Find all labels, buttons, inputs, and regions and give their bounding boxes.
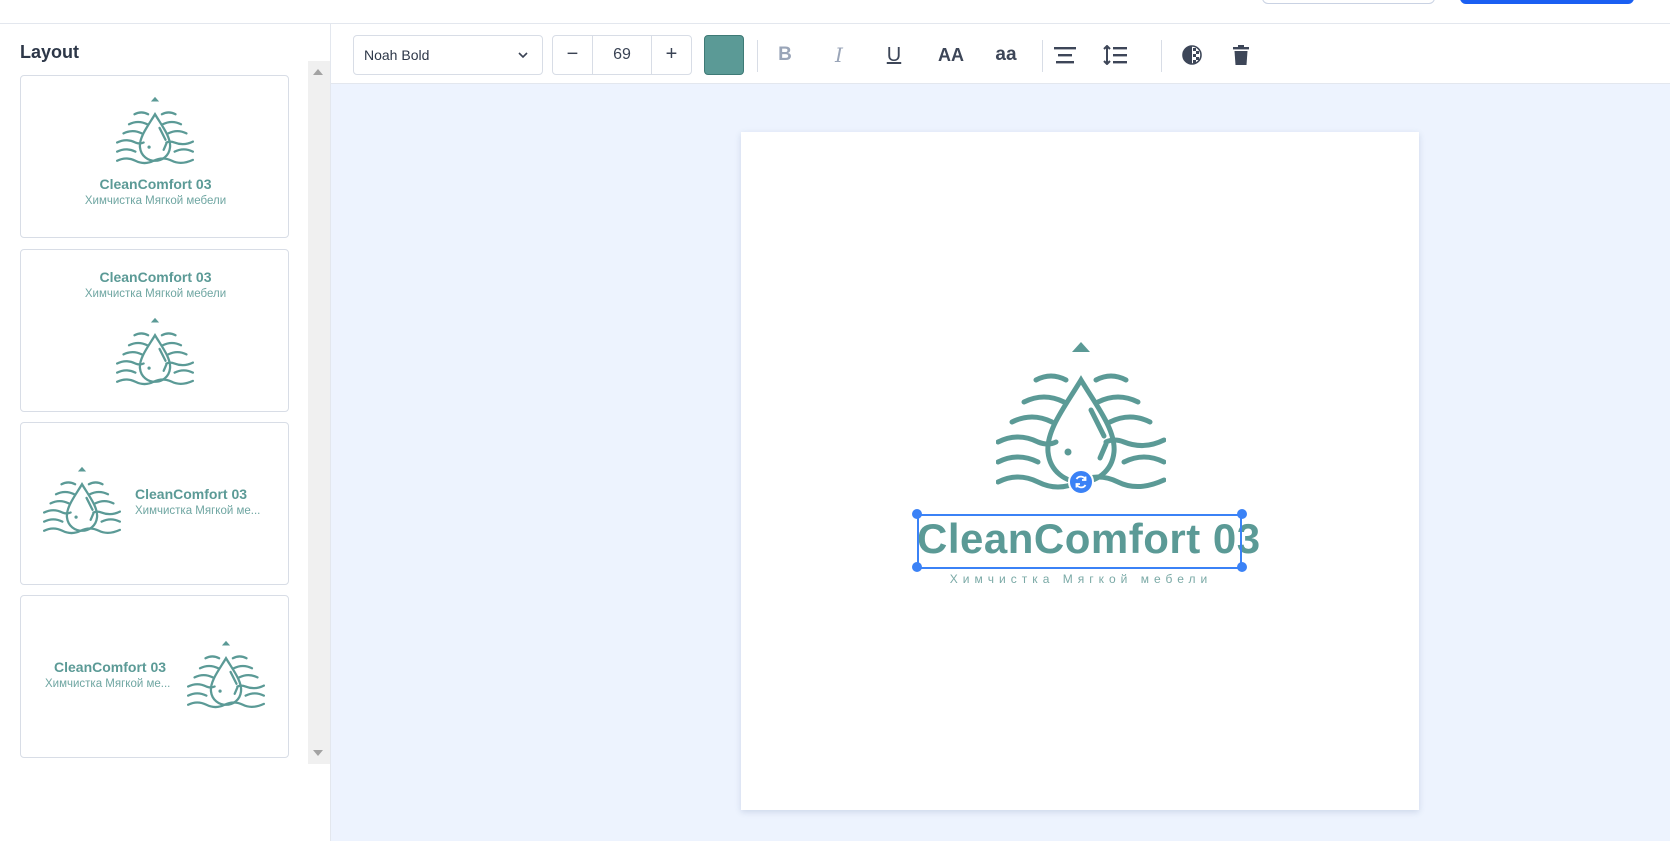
top-bar xyxy=(0,0,1670,24)
resize-handle-top-right[interactable] xyxy=(1237,509,1247,519)
water-drop-logo-icon xyxy=(187,640,265,713)
layout-card-icon-bottom[interactable]: CleanComfort 03 Химчистка Мягкой мебели xyxy=(20,249,289,412)
font-size-input[interactable]: 69 xyxy=(593,36,651,74)
align-center-icon xyxy=(1054,47,1076,64)
chevron-down-icon xyxy=(518,52,528,59)
trash-icon xyxy=(1233,45,1249,65)
delete-button[interactable] xyxy=(1223,37,1259,73)
line-spacing-icon xyxy=(1103,45,1127,65)
resize-handle-top-left[interactable] xyxy=(912,509,922,519)
opacity-icon xyxy=(1182,45,1202,65)
toolbar-divider xyxy=(1161,40,1162,72)
layout-card-name: CleanComfort 03 xyxy=(99,176,212,192)
sidebar-scrollbar[interactable] xyxy=(308,61,330,764)
italic-icon: I xyxy=(835,43,843,67)
layout-card-icon-right[interactable]: CleanComfort 03 Химчистка Мягкой ме... xyxy=(20,595,289,758)
water-drop-logo-icon xyxy=(116,317,194,390)
layout-card-name: CleanComfort 03 xyxy=(135,486,248,502)
italic-button[interactable]: I xyxy=(821,37,857,73)
opacity-button[interactable] xyxy=(1174,37,1210,73)
sidebar-title: Layout xyxy=(20,42,80,62)
water-drop-logo-icon xyxy=(116,96,194,169)
rotate-icon xyxy=(1075,475,1087,489)
font-family-select[interactable]: Noah Bold xyxy=(353,35,543,75)
font-family-value: Noah Bold xyxy=(364,47,430,63)
logo-subtitle-text[interactable]: Химчистка Мягкой мебели xyxy=(917,572,1245,586)
toolbar-divider xyxy=(1042,40,1043,72)
canvas-area: CleanComfort 03 Химчистка Мягкой мебели xyxy=(331,84,1670,841)
bold-icon: B xyxy=(778,44,792,65)
bold-button[interactable]: B xyxy=(767,37,803,73)
align-button[interactable] xyxy=(1047,37,1083,73)
layout-card-name: CleanComfort 03 xyxy=(54,659,167,675)
scroll-up-arrow[interactable] xyxy=(313,69,323,75)
layout-card-subtitle: Химчистка Мягкой ме... xyxy=(135,505,261,517)
water-drop-logo-icon xyxy=(43,466,121,539)
toolbar-divider xyxy=(757,40,758,72)
layout-card-subtitle: Химчистка Мягкой мебели xyxy=(84,195,227,207)
primary-header-button[interactable] xyxy=(1460,0,1634,4)
secondary-header-button[interactable] xyxy=(1262,0,1435,4)
increase-size-button[interactable]: + xyxy=(651,36,691,74)
lowercase-button[interactable]: aa xyxy=(986,37,1026,73)
layout-card-name: CleanComfort 03 xyxy=(99,269,212,285)
resize-handle-bottom-left[interactable] xyxy=(912,562,922,572)
artboard[interactable]: CleanComfort 03 Химчистка Мягкой мебели xyxy=(741,132,1419,810)
layout-card-icon-left[interactable]: CleanComfort 03 Химчистка Мягкой ме... xyxy=(20,422,289,585)
layout-card-subtitle: Химчистка Мягкой мебели xyxy=(84,288,227,300)
scroll-down-arrow[interactable] xyxy=(313,750,323,756)
underline-icon: U xyxy=(886,43,902,66)
resize-handle-bottom-right[interactable] xyxy=(1237,562,1247,572)
decrease-size-button[interactable]: − xyxy=(553,36,593,74)
uppercase-button[interactable]: AA xyxy=(931,37,971,73)
line-spacing-button[interactable] xyxy=(1097,37,1133,73)
text-color-swatch[interactable] xyxy=(704,35,744,75)
layout-card-icon-top[interactable]: CleanComfort 03 Химчистка Мягкой мебели xyxy=(20,75,289,238)
layout-card-subtitle: Химчистка Мягкой ме... xyxy=(45,678,171,690)
text-toolbar: Noah Bold − 69 + B I U AA aa xyxy=(331,24,1670,84)
rotate-handle[interactable] xyxy=(1068,469,1094,495)
selection-box xyxy=(917,514,1242,569)
uppercase-icon: AA xyxy=(938,44,964,65)
font-size-stepper: − 69 + xyxy=(552,35,692,75)
underline-button[interactable]: U xyxy=(876,37,912,73)
lowercase-icon: aa xyxy=(995,44,1017,65)
layout-sidebar: Layout CleanComfort 03 Химчистка Мягкой … xyxy=(0,24,331,841)
